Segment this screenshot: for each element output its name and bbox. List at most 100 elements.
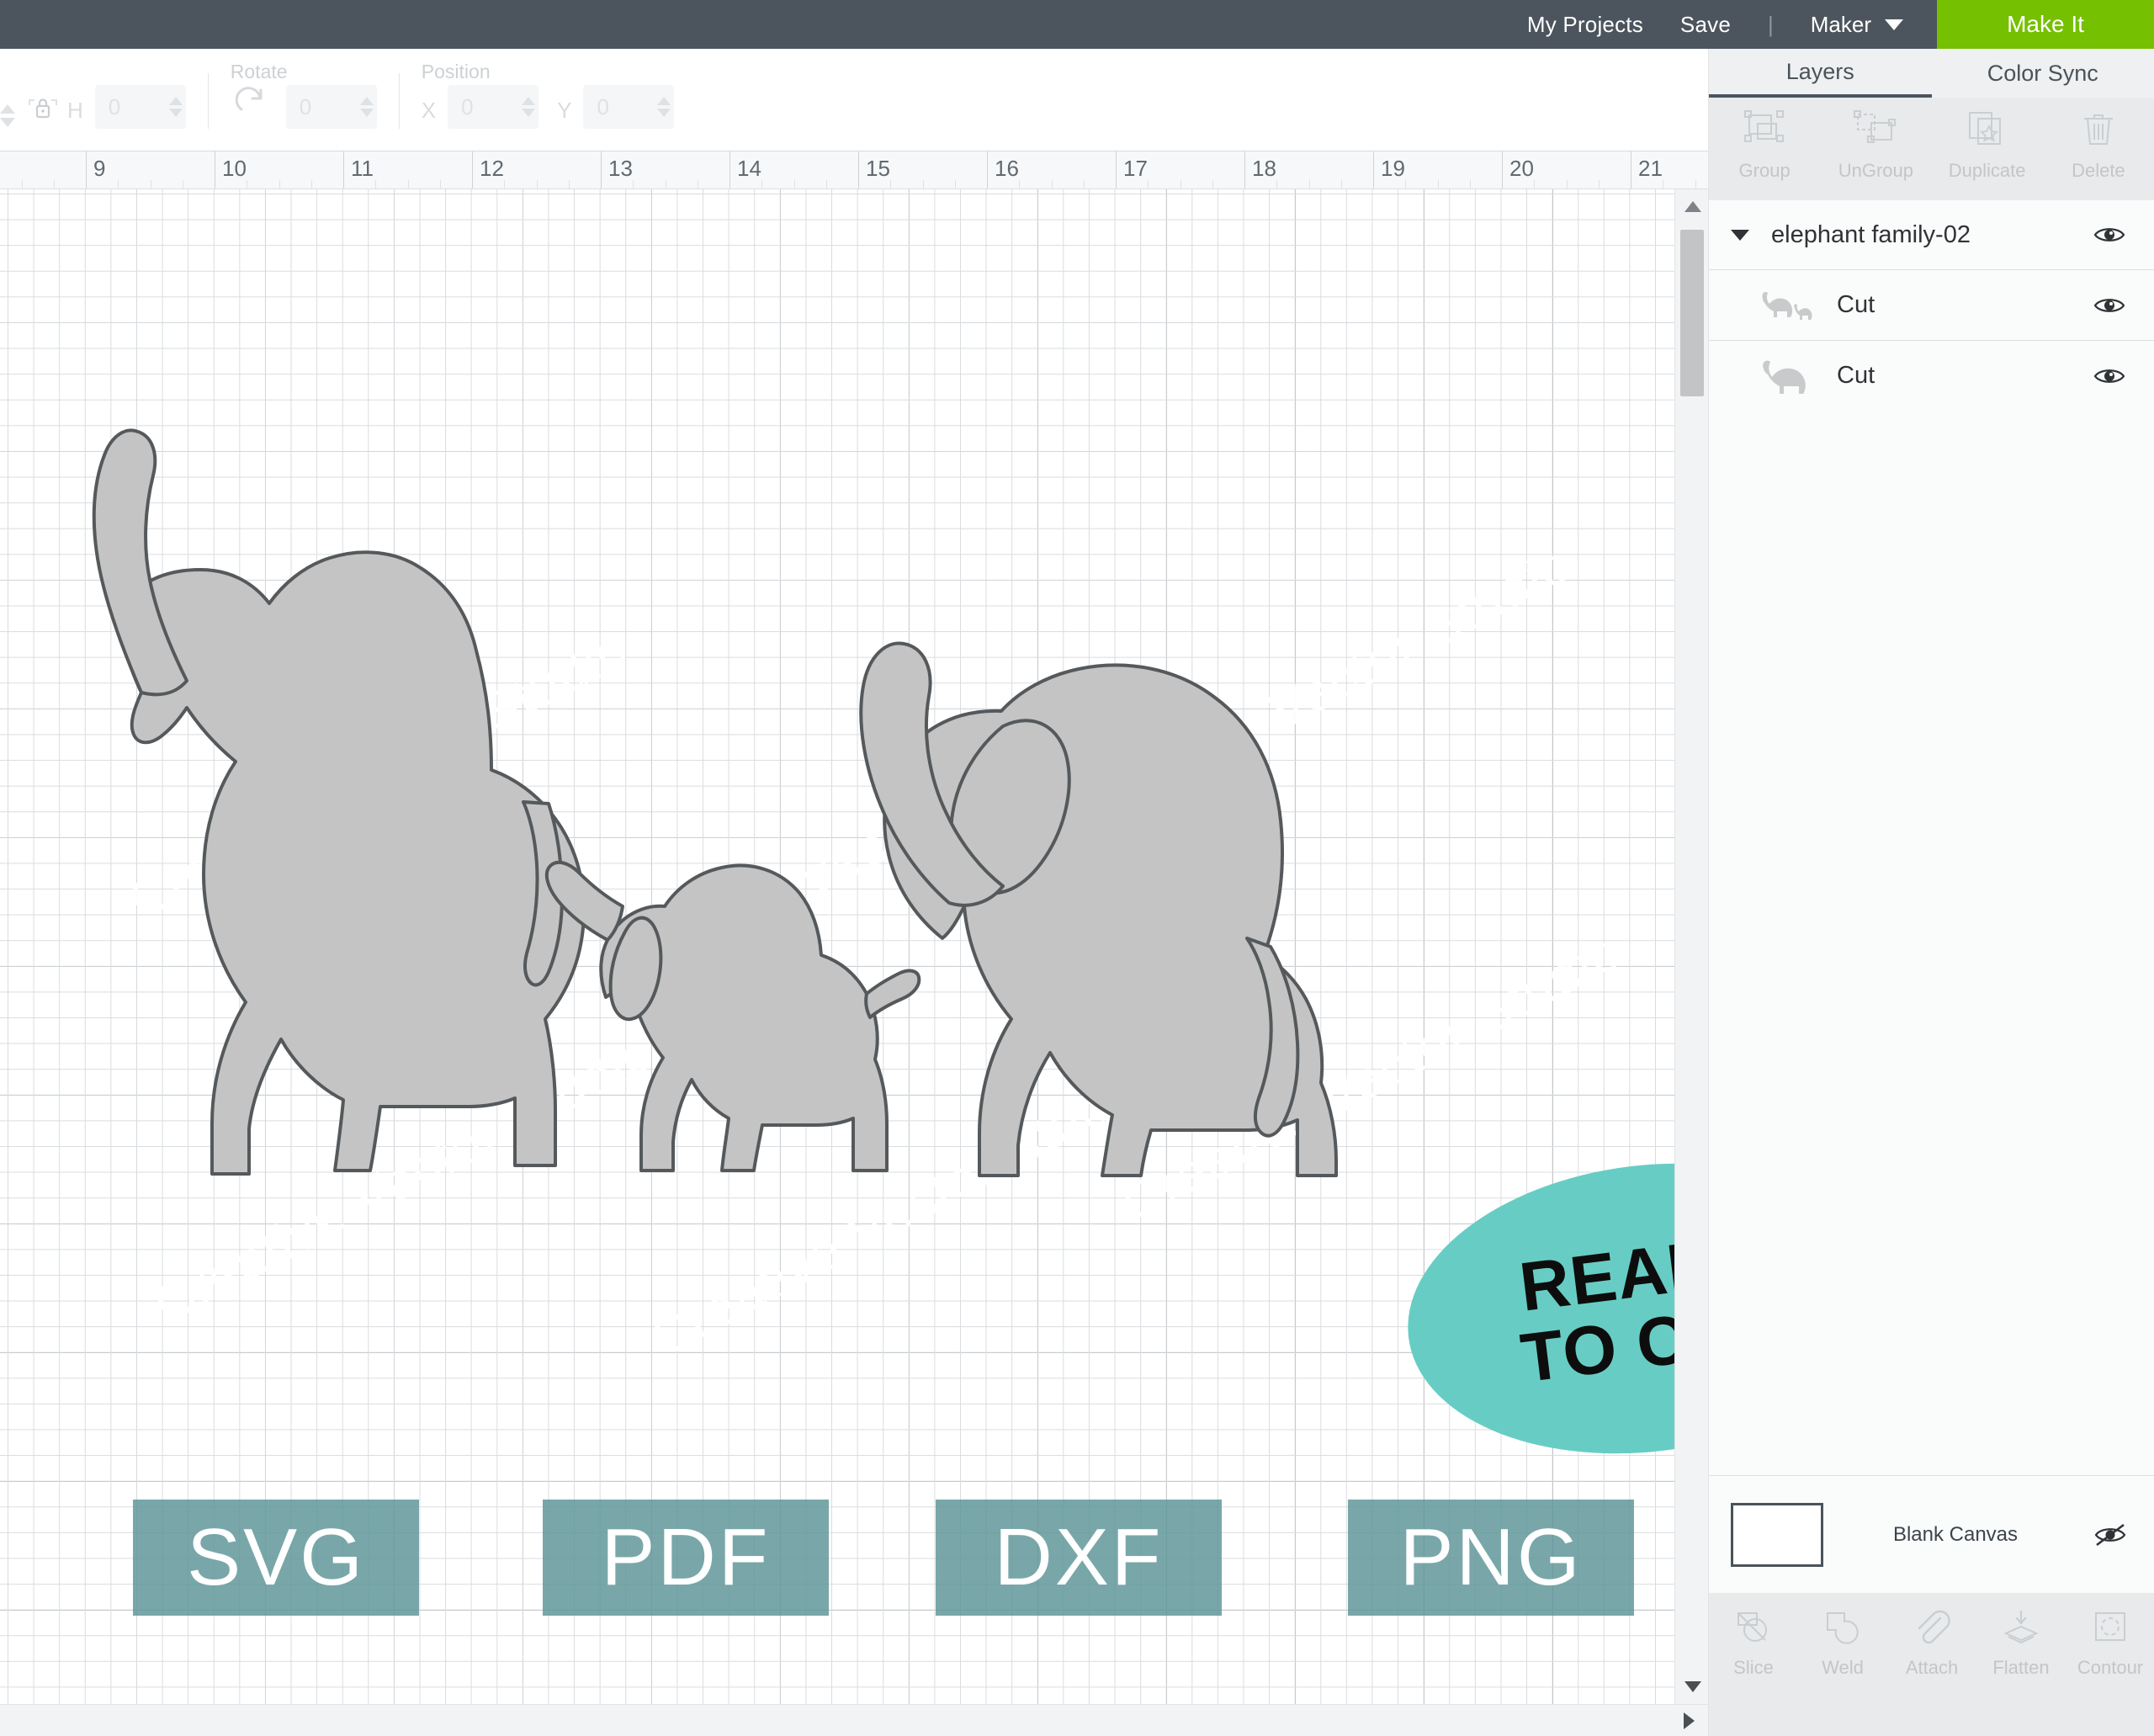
rotate-caption: Rotate (230, 61, 288, 82)
ruler-minor-tick (1148, 180, 1149, 188)
format-badge-dxf: DXF (936, 1500, 1222, 1616)
make-it-button[interactable]: Make It (1937, 0, 2154, 49)
layer-group-row[interactable]: elephant family-02 (1709, 200, 2154, 269)
flatten-button-label: Flatten (1992, 1657, 2050, 1678)
tab-layers-label: Layers (1785, 58, 1854, 84)
ruler-major-tick (987, 151, 988, 188)
flatten-button[interactable]: Flatten (1976, 1608, 2066, 1679)
ruler-minor-tick (1212, 180, 1213, 188)
height-stepper[interactable] (156, 97, 183, 117)
weld-icon (1827, 1612, 1859, 1644)
contour-button[interactable]: Contour (2066, 1608, 2154, 1679)
ungroup-button[interactable]: UnGroup (1820, 108, 1931, 182)
scroll-down-arrow-icon[interactable] (1684, 1681, 1701, 1692)
format-badge-svg: SVG (133, 1500, 419, 1616)
chevron-down-icon[interactable] (1731, 229, 1749, 241)
blank-canvas-label: Blank Canvas (1892, 1522, 2019, 1546)
elephant-baby-tail (864, 969, 921, 1019)
delete-button[interactable]: Delete (2043, 108, 2154, 182)
format-badge-pdf: PDF (543, 1500, 829, 1616)
ruler-minor-tick (890, 180, 892, 188)
blank-canvas-row[interactable]: Blank Canvas (1709, 1475, 2154, 1593)
width-stepper[interactable] (0, 104, 15, 127)
slice-button-label: Slice (1733, 1657, 1774, 1678)
panel-scrollbar[interactable] (1706, 200, 1716, 1631)
layer-row[interactable]: Cut (1709, 340, 2154, 411)
elephant-left-shape (121, 550, 586, 1176)
layer-visibility-toggle[interactable] (2087, 294, 2132, 317)
layer-group-visibility-toggle[interactable] (2087, 223, 2132, 247)
layer-group-title: elephant family-02 (1771, 220, 1971, 248)
layer-row-label: Cut (1837, 291, 1875, 318)
scroll-up-arrow-icon[interactable] (1684, 201, 1701, 212)
ungroup-icon (1854, 110, 1897, 143)
ruler-minor-tick (954, 180, 956, 188)
rotate-stepper[interactable] (347, 97, 374, 117)
group-icon (1744, 110, 1785, 142)
save-button[interactable]: Save (1680, 12, 1731, 38)
shape-tools-toolbar: Slice Weld Attach Flatten Contour (1709, 1593, 2154, 1736)
duplicate-button[interactable]: Duplicate (1932, 108, 2043, 182)
format-badge-svg-label: SVG (187, 1512, 365, 1602)
layer-visibility-toggle[interactable] (2087, 364, 2132, 388)
attach-button[interactable]: Attach (1887, 1608, 1976, 1679)
ruler-minor-tick (536, 180, 538, 188)
elephant-family-artwork[interactable] (0, 189, 1674, 1704)
canvas-vertical-scrollbar[interactable] (1674, 189, 1708, 1704)
scroll-right-arrow-icon[interactable] (1684, 1712, 1695, 1729)
eye-off-icon (2094, 1523, 2126, 1546)
layer-action-toolbar: Group UnGroup Duplicate Delete (1709, 98, 2154, 200)
slice-button[interactable]: Slice (1709, 1608, 1798, 1679)
ruler-minor-tick (1405, 180, 1407, 188)
ruler-minor-tick (1276, 180, 1278, 188)
vertical-scroll-thumb[interactable] (1680, 230, 1704, 396)
size-group: H 0 (0, 49, 186, 139)
toolbar-divider-1 (207, 73, 209, 129)
blank-canvas-visibility-toggle[interactable] (2088, 1522, 2133, 1548)
format-badge-dxf-label: DXF (994, 1512, 1164, 1602)
toolbar-divider-2 (398, 73, 400, 129)
ruler-minor-tick (439, 180, 441, 188)
ruler-minor-tick (1083, 180, 1085, 188)
elephant-pair-thumb-icon (1756, 285, 1827, 326)
ruler-major-tick (343, 151, 344, 188)
ruler-label: 17 (1123, 156, 1148, 181)
chevron-down-icon (1885, 19, 1903, 30)
machine-label: Maker (1810, 11, 1871, 37)
ruler-minor-tick (825, 180, 827, 188)
ruler-minor-tick (375, 180, 377, 188)
height-input[interactable]: 0 (94, 85, 186, 129)
ruler-major-tick (1244, 151, 1245, 188)
tab-color-sync[interactable]: Color Sync (1932, 49, 2154, 98)
ruler-minor-tick (310, 180, 312, 188)
my-projects-link[interactable]: My Projects (1527, 12, 1643, 38)
lock-aspect-toggle[interactable] (24, 90, 62, 129)
height-label: H (67, 98, 83, 123)
position-x-value: 0 (461, 93, 474, 119)
ruler-label: 11 (351, 156, 374, 181)
canvas-color-swatch[interactable] (1731, 1502, 1823, 1567)
position-x-stepper[interactable] (508, 97, 536, 117)
rotate-group: Rotate 0 (231, 49, 377, 139)
eye-icon (2093, 369, 2125, 383)
ruler-major-tick (1116, 151, 1117, 188)
position-y-stepper[interactable] (644, 97, 671, 117)
format-badge-png-label: PNG (1399, 1512, 1583, 1602)
layer-row[interactable]: Cut (1709, 269, 2154, 340)
canvas-horizontal-scrollbar[interactable] (0, 1704, 1708, 1736)
group-button-label: Group (1738, 160, 1791, 181)
tab-color-sync-label: Color Sync (1987, 60, 2098, 86)
position-x-label: X (421, 98, 437, 123)
elephant-baby-shape (599, 863, 889, 1172)
position-x-input[interactable]: 0 (448, 85, 539, 129)
eye-icon (2093, 228, 2125, 242)
machine-selector[interactable]: Maker (1811, 12, 1903, 38)
tab-layers[interactable]: Layers (1709, 49, 1932, 98)
rotate-input[interactable]: 0 (285, 85, 377, 129)
weld-button[interactable]: Weld (1798, 1608, 1887, 1679)
position-y-input[interactable]: 0 (583, 85, 675, 129)
design-canvas[interactable]: Creative Vector StudioCreative Vector St… (0, 189, 1674, 1704)
ruler-label: 13 (608, 156, 633, 181)
group-button[interactable]: Group (1709, 108, 1820, 182)
top-bar: My Projects Save | Maker Make It (0, 0, 2154, 49)
